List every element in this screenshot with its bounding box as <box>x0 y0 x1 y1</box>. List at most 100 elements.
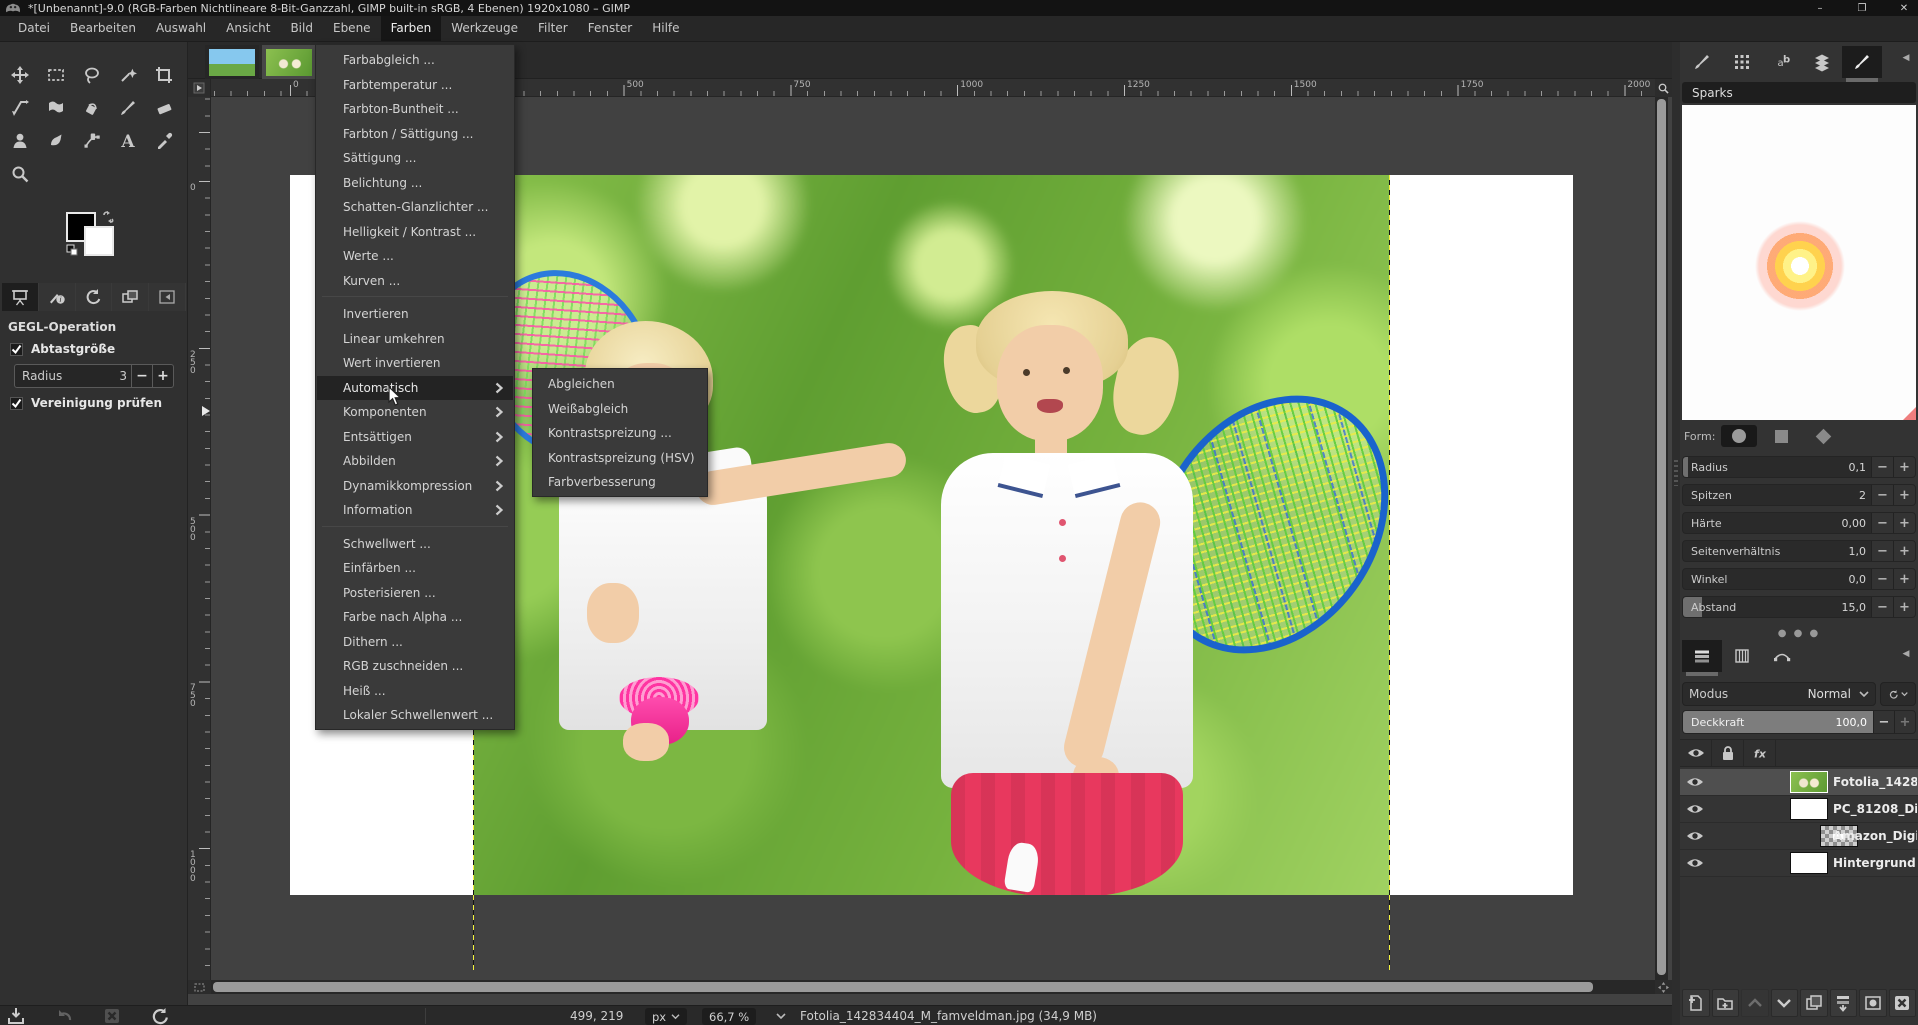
zoom-tool-icon[interactable] <box>2 157 38 190</box>
dock-collapse-button[interactable]: ◀ <box>1898 50 1914 66</box>
colors-menu-item[interactable]: Farbtemperatur ... <box>317 73 513 98</box>
menubar-item-datei[interactable]: Datei <box>8 16 60 41</box>
mask-button[interactable] <box>1859 989 1887 1017</box>
paths-tab[interactable] <box>1762 640 1802 672</box>
shape-circle-button[interactable] <box>1721 425 1757 447</box>
menubar-item-auswahl[interactable]: Auswahl <box>146 16 216 41</box>
colors-menu-item[interactable]: Kurven ... <box>317 269 513 294</box>
colors-menu-item[interactable]: Entsättigen <box>317 425 513 450</box>
colors-menu-item[interactable]: Helligkeit / Kontrast ... <box>317 220 513 245</box>
color-picker-tool-icon[interactable] <box>146 124 182 157</box>
colors-menu-item[interactable]: Heiß ... <box>317 679 513 704</box>
bucket-fill-tool-icon[interactable] <box>74 91 110 124</box>
colors-menu-item[interactable]: Abbilden <box>317 449 513 474</box>
visibility-eye-icon[interactable] <box>1680 772 1710 792</box>
härte-slider[interactable]: Härte0,00−+ <box>1682 512 1916 534</box>
sample-merged-row[interactable]: Vereinigung prüfen <box>10 396 188 410</box>
colors-menu-item[interactable]: Automatisch <box>317 376 513 401</box>
layers-tab[interactable] <box>1682 640 1722 672</box>
mode-group-button[interactable] <box>1880 682 1916 706</box>
radius-spinner[interactable]: Radius 3 − + <box>14 364 174 388</box>
quick-mask-toggle-button[interactable] <box>188 980 211 994</box>
colors-menu-item[interactable]: Farbe nach Alpha ... <box>317 605 513 630</box>
swap-colors-icon[interactable] <box>102 210 116 224</box>
increment-button[interactable]: + <box>1893 541 1915 561</box>
layer-mode-dropdown[interactable]: Modus Normal <box>1682 682 1876 706</box>
new-group-button[interactable] <box>1712 989 1740 1017</box>
menubar-item-ebene[interactable]: Ebene <box>323 16 381 41</box>
radius-decrement-button[interactable]: − <box>131 365 152 387</box>
background-color-swatch[interactable] <box>84 226 114 256</box>
close-button[interactable]: ✕ <box>1896 3 1912 14</box>
vertical-ruler[interactable]: 02 5 05 0 07 5 01 0 0 0 <box>188 97 211 980</box>
fuzzy-select-tool-icon[interactable] <box>110 58 146 91</box>
paths-tool-icon[interactable] <box>74 124 110 157</box>
colors-menu-item[interactable]: RGB zuschneiden ... <box>317 654 513 679</box>
colors-menu-item[interactable]: Farbton / Sättigung ... <box>317 122 513 147</box>
decrement-button[interactable]: − <box>1871 513 1893 533</box>
shape-diamond-button[interactable] <box>1805 425 1841 447</box>
horizontal-scrollbar-thumb[interactable] <box>213 982 1593 992</box>
layer-row[interactable]: PC_81208_Digit <box>1680 796 1918 823</box>
visibility-eye-icon[interactable] <box>1680 853 1710 873</box>
shape-square-button[interactable] <box>1763 425 1799 447</box>
colors-menu-item[interactable]: Dithern ... <box>317 630 513 655</box>
lower-button[interactable] <box>1771 989 1799 1017</box>
automatic-submenu-item[interactable]: Kontrastspreizung (HSV) <box>534 446 706 471</box>
free-select-tool-icon[interactable] <box>74 58 110 91</box>
menubar-item-bild[interactable]: Bild <box>280 16 323 41</box>
visibility-eye-icon[interactable] <box>1680 799 1710 819</box>
ruler-corner-menu-button[interactable] <box>188 79 211 97</box>
colors-menu-item[interactable]: Werte ... <box>317 244 513 269</box>
colors-menu-item[interactable]: Information <box>317 498 513 523</box>
save-preset-button[interactable] <box>6 1007 26 1025</box>
colors-menu-item[interactable]: Sättigung ... <box>317 146 513 171</box>
colors-menu-item[interactable]: Linear umkehren <box>317 327 513 352</box>
opacity-decrement-button[interactable]: − <box>1873 711 1894 733</box>
delete-box-button[interactable] <box>102 1007 122 1025</box>
menubar-item-ansicht[interactable]: Ansicht <box>216 16 280 41</box>
menubar-item-hilfe[interactable]: Hilfe <box>642 16 689 41</box>
dock-collapse-button[interactable]: ◀ <box>1898 646 1914 662</box>
seitenverhältnis-slider[interactable]: Seitenverhältnis1,0−+ <box>1682 540 1916 562</box>
reset-button[interactable] <box>150 1007 170 1025</box>
default-colors-icon[interactable] <box>66 244 78 256</box>
decrement-button[interactable]: − <box>1871 597 1893 617</box>
checkbox-checked-icon[interactable] <box>10 343 23 356</box>
minimize-button[interactable]: – <box>1812 3 1828 14</box>
patterns-tab[interactable] <box>1722 46 1762 78</box>
image-tab-2-active[interactable] <box>262 45 316 79</box>
automatic-submenu-item[interactable]: Farbverbesserung <box>534 470 706 495</box>
colors-menu-item[interactable]: Posterisieren ... <box>317 581 513 606</box>
decrement-button[interactable]: − <box>1871 541 1893 561</box>
panel-resize-handle[interactable] <box>1672 42 1680 1025</box>
vertical-scrollbar[interactable] <box>1655 97 1668 980</box>
horizontal-scrollbar[interactable] <box>211 980 1655 994</box>
fonts-tab[interactable]: ab <box>1762 46 1802 78</box>
paintbrush-tool-icon[interactable] <box>110 91 146 124</box>
visibility-eye-icon[interactable] <box>1680 826 1710 846</box>
decrement-button[interactable]: − <box>1871 457 1893 477</box>
raise-button[interactable] <box>1741 989 1769 1017</box>
transform-tool-icon[interactable] <box>2 91 38 124</box>
warp-tool-icon[interactable] <box>38 91 74 124</box>
device-status-tab[interactable]: i <box>39 283 76 311</box>
channels-tab[interactable] <box>1722 640 1762 672</box>
smudge-tool-icon[interactable] <box>38 124 74 157</box>
new-layer-button[interactable] <box>1682 989 1710 1017</box>
undo-history-tab[interactable] <box>76 283 113 311</box>
undo-arrow-button[interactable] <box>54 1007 74 1025</box>
menubar-item-fenster[interactable]: Fenster <box>578 16 643 41</box>
tool-options-tab[interactable] <box>2 283 39 311</box>
images-tab[interactable] <box>112 283 149 311</box>
sample-size-row[interactable]: Abtastgröße <box>10 342 188 356</box>
unit-dropdown[interactable]: px <box>645 1008 687 1025</box>
maximize-button[interactable]: ❐ <box>1854 3 1870 14</box>
zoom-level-field[interactable]: 66,7 % <box>702 1008 756 1025</box>
clone-tool-icon[interactable] <box>2 124 38 157</box>
layer-row[interactable]: Hintergrund <box>1680 850 1918 877</box>
automatic-submenu-item[interactable]: Weißabgleich <box>534 397 706 422</box>
crop-tool-icon[interactable] <box>146 58 182 91</box>
rectangle-select-tool-icon[interactable] <box>38 58 74 91</box>
zoom-when-resized-button[interactable] <box>1655 79 1672 97</box>
